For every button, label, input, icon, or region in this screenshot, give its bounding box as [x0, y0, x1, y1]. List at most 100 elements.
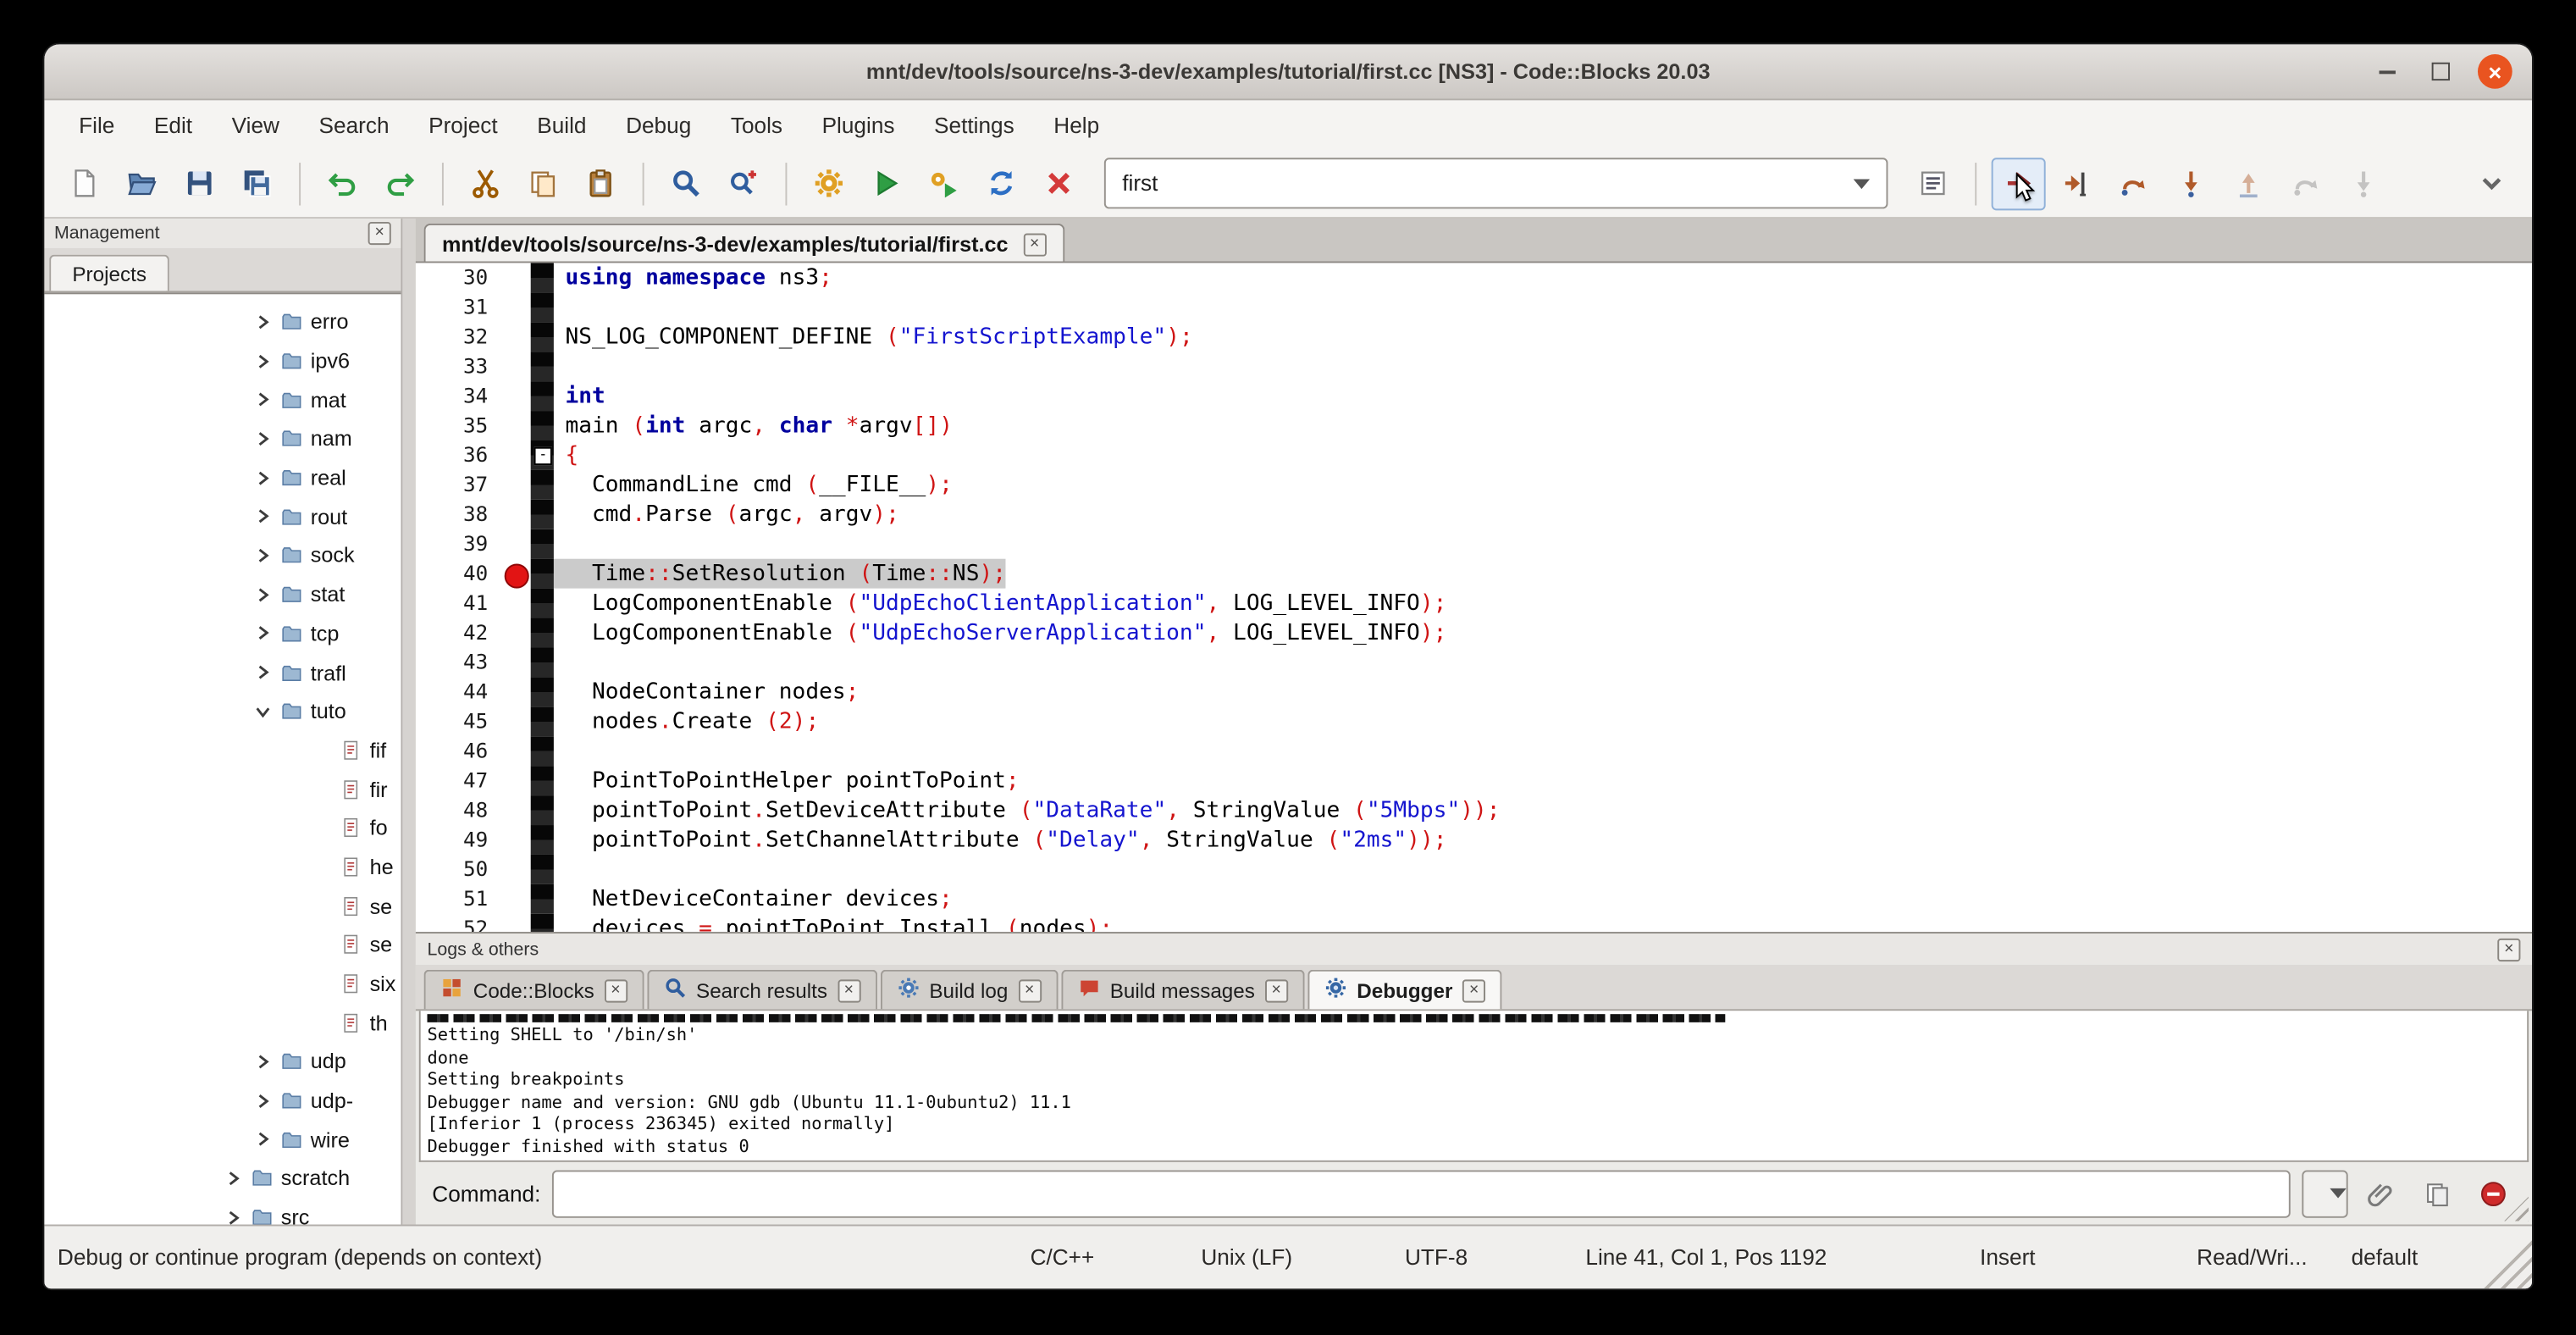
fold-margin[interactable]: [531, 559, 554, 589]
abort-button[interactable]: [1032, 157, 1086, 209]
breakpoint-margin[interactable]: [501, 292, 531, 322]
search-combo[interactable]: first: [1104, 158, 1888, 208]
run-to-cursor-button[interactable]: [2049, 157, 2103, 209]
line-number[interactable]: 39: [416, 529, 501, 559]
maximize-button[interactable]: [2424, 54, 2458, 89]
close-icon[interactable]: ×: [604, 978, 627, 1001]
debug-continue-button[interactable]: [1992, 157, 2046, 209]
rebuild-button[interactable]: [975, 157, 1029, 209]
breakpoint-margin[interactable]: [501, 736, 531, 766]
menu-edit[interactable]: Edit: [136, 106, 211, 144]
menu-build[interactable]: Build: [519, 106, 605, 144]
fold-margin[interactable]: [531, 411, 554, 440]
breakpoint-marker[interactable]: [505, 563, 529, 588]
line-number[interactable]: 51: [416, 884, 501, 914]
stop-button[interactable]: [2471, 1171, 2515, 1215]
menu-tools[interactable]: Tools: [713, 106, 801, 144]
step-into-button[interactable]: [2164, 157, 2218, 209]
tree-item-rout[interactable]: rout: [44, 497, 401, 536]
chevron-right-icon[interactable]: [255, 313, 274, 330]
chevron-right-icon[interactable]: [255, 1131, 274, 1147]
project-tree[interactable]: erroipv6matnamrealroutsockstattcptrafltu…: [44, 292, 401, 1224]
breakpoint-margin[interactable]: [501, 322, 531, 352]
next-line-button[interactable]: [2106, 157, 2160, 209]
fold-margin[interactable]: [531, 381, 554, 411]
cut-button[interactable]: [458, 157, 512, 209]
line-number[interactable]: 47: [416, 766, 501, 795]
close-icon[interactable]: ×: [1018, 978, 1041, 1001]
step-into-instruction-button[interactable]: [2336, 157, 2391, 209]
tree-item-ipv6[interactable]: ipv6: [44, 341, 401, 380]
line-number[interactable]: 52: [416, 914, 501, 932]
chevron-right-icon[interactable]: [255, 391, 274, 407]
line-number[interactable]: 36: [416, 440, 501, 470]
menu-plugins[interactable]: Plugins: [804, 106, 913, 144]
breakpoint-margin[interactable]: [501, 766, 531, 795]
logs-tab-build-log[interactable]: Build log×: [880, 970, 1057, 1010]
fold-margin[interactable]: [531, 470, 554, 500]
toolbar-overflow-button[interactable]: [2464, 157, 2518, 209]
fold-margin[interactable]: [531, 618, 554, 648]
copy-output-button[interactable]: [2415, 1171, 2459, 1215]
menu-file[interactable]: File: [61, 106, 133, 144]
tree-item-fif[interactable]: fif: [44, 731, 401, 770]
new-file-button[interactable]: [58, 157, 112, 209]
copy-button[interactable]: [516, 157, 570, 209]
close-icon[interactable]: ×: [1023, 233, 1046, 256]
tree-item-stat[interactable]: stat: [44, 575, 401, 614]
chevron-right-icon[interactable]: [255, 469, 274, 485]
redo-button[interactable]: [373, 157, 427, 209]
run-button[interactable]: [860, 157, 914, 209]
fold-marker[interactable]: -: [534, 447, 552, 465]
close-button[interactable]: ×: [2478, 54, 2512, 89]
tree-item-se[interactable]: se: [44, 886, 401, 925]
line-number[interactable]: 43: [416, 647, 501, 677]
close-icon[interactable]: ×: [368, 222, 391, 245]
chevron-right-icon[interactable]: [255, 430, 274, 446]
fold-margin[interactable]: [531, 529, 554, 559]
tab-projects[interactable]: Projects: [49, 255, 169, 291]
breakpoint-margin[interactable]: [501, 677, 531, 706]
breakpoint-margin[interactable]: [501, 470, 531, 500]
tree-item-real[interactable]: real: [44, 458, 401, 497]
breakpoint-margin[interactable]: [501, 411, 531, 440]
open-file-button[interactable]: [115, 157, 169, 209]
line-number[interactable]: 38: [416, 500, 501, 529]
tree-item-tuto[interactable]: tuto: [44, 692, 401, 731]
line-number[interactable]: 44: [416, 677, 501, 706]
tree-item-udp[interactable]: udp: [44, 1042, 401, 1081]
tree-item-mat[interactable]: mat: [44, 380, 401, 419]
fold-margin[interactable]: [531, 795, 554, 825]
command-dropdown-button[interactable]: [2302, 1170, 2347, 1217]
fold-margin[interactable]: [531, 914, 554, 932]
line-number[interactable]: 42: [416, 618, 501, 648]
chevron-right-icon[interactable]: [255, 1054, 274, 1070]
build-button[interactable]: [802, 157, 856, 209]
breakpoint-margin[interactable]: [501, 440, 531, 470]
logs-tab-search-results[interactable]: Search results×: [647, 970, 876, 1010]
breakpoint-margin[interactable]: [501, 914, 531, 932]
save-all-button[interactable]: [230, 157, 285, 209]
close-icon[interactable]: ×: [2497, 938, 2520, 961]
command-input[interactable]: [552, 1170, 2291, 1217]
search-options-button[interactable]: [1906, 157, 1960, 209]
fold-margin[interactable]: [531, 292, 554, 322]
menu-search[interactable]: Search: [301, 106, 407, 144]
breakpoint-margin[interactable]: [501, 884, 531, 914]
build-and-run-button[interactable]: [917, 157, 971, 209]
code-editor[interactable]: 30using namespace ns3;3132NS_LOG_COMPONE…: [416, 263, 2532, 932]
chevron-right-icon[interactable]: [225, 1170, 245, 1186]
fold-margin[interactable]: [531, 500, 554, 529]
tree-item-six[interactable]: six: [44, 964, 401, 1003]
fold-margin[interactable]: [531, 647, 554, 677]
attach-button[interactable]: [2359, 1171, 2403, 1215]
breakpoint-margin[interactable]: [501, 706, 531, 736]
fold-margin[interactable]: [531, 263, 554, 292]
breakpoint-margin[interactable]: [501, 529, 531, 559]
chevron-right-icon[interactable]: [255, 1093, 274, 1109]
line-number[interactable]: 49: [416, 825, 501, 855]
logs-tab-code-blocks[interactable]: Code::Blocks×: [424, 970, 644, 1010]
breakpoint-margin[interactable]: [501, 500, 531, 529]
tree-item-se[interactable]: se: [44, 925, 401, 964]
line-number[interactable]: 30: [416, 263, 501, 292]
